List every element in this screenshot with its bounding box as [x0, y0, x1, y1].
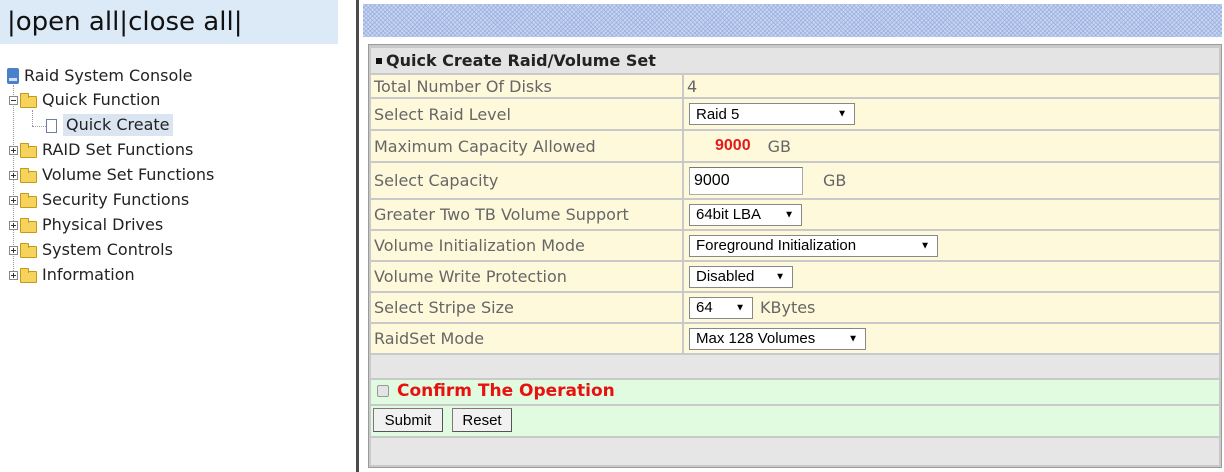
row-init-mode: Volume Initialization Mode Foreground In… [371, 231, 1219, 260]
row-raid-level: Select Raid Level Raid 5 ▼ [371, 99, 1219, 129]
field-label: RaidSet Mode [374, 329, 485, 348]
field-label: Volume Initialization Mode [374, 236, 585, 255]
dropdown-arrow-icon: ▼ [920, 240, 930, 251]
tree-connector [32, 126, 46, 127]
dropdown-arrow-icon: ▼ [775, 271, 785, 282]
reset-button[interactable]: Reset [452, 408, 512, 432]
tree-item-label: System Controls [42, 240, 173, 259]
column-divider [682, 131, 684, 161]
folder-icon [20, 93, 37, 108]
folder-icon [20, 168, 37, 183]
folder-icon [20, 268, 37, 283]
tree-item-label: Physical Drives [42, 215, 164, 234]
folder-icon [20, 243, 37, 258]
raid-level-select[interactable]: Raid 5 ▼ [689, 103, 855, 125]
content-frame: Quick Create Raid/Volume Set Total Numbe… [356, 0, 1224, 472]
column-divider [682, 324, 684, 353]
tree-item-label: Volume Set Functions [42, 165, 215, 184]
folder-icon [20, 218, 37, 233]
row-select-capacity: Select Capacity GB [371, 163, 1219, 198]
separator: | [233, 7, 243, 37]
dropdown-arrow-icon: ▼ [848, 333, 858, 344]
column-divider [682, 99, 684, 129]
tree-item-label: Quick Function [42, 90, 161, 109]
dropdown-arrow-icon: ▼ [735, 302, 745, 313]
folder-icon [20, 193, 37, 208]
confirm-label: Confirm The Operation [397, 381, 615, 401]
plus-box-icon[interactable] [9, 146, 18, 155]
console-icon [7, 68, 19, 84]
plus-box-icon[interactable] [9, 171, 18, 180]
field-label: Select Raid Level [374, 104, 511, 124]
separator: | [119, 7, 129, 37]
raidset-mode-value: Max 128 Volumes [696, 330, 816, 347]
confirm-row: Confirm The Operation [371, 380, 1219, 404]
field-label: Maximum Capacity Allowed [374, 136, 596, 156]
tree-item-label: Security Functions [42, 190, 190, 209]
capacity-input[interactable] [689, 166, 803, 195]
column-divider [682, 163, 684, 198]
field-label: Volume Write Protection [374, 267, 567, 286]
footer-band [371, 438, 1219, 465]
column-divider [682, 200, 684, 229]
folder-icon [20, 143, 37, 158]
plus-box-icon[interactable] [9, 271, 18, 280]
column-divider [682, 75, 684, 97]
raid-level-value: Raid 5 [696, 105, 740, 123]
capacity-unit: GB [823, 171, 847, 190]
stripe-size-value: 64 [696, 299, 713, 316]
two-tb-support-value: 64bit LBA [696, 206, 762, 223]
row-total-disks: Total Number Of Disks 4 [371, 75, 1219, 97]
confirm-checkbox[interactable] [377, 385, 389, 397]
panel-header: Quick Create Raid/Volume Set [371, 48, 1219, 73]
max-capacity-value: 9000 [715, 137, 751, 154]
left-nav-frame: |open all|close all| Raid System Console… [0, 0, 356, 472]
max-capacity-unit: GB [767, 136, 791, 156]
dropdown-arrow-icon: ▼ [784, 209, 794, 220]
tree-connector [32, 110, 33, 126]
total-disks-value: 4 [687, 76, 698, 96]
top-banner [363, 4, 1222, 37]
init-mode-select[interactable]: Foreground Initialization ▼ [689, 234, 938, 257]
row-stripe-size: Select Stripe Size 64 ▼ KBytes [371, 293, 1219, 322]
write-protection-value: Disabled [696, 268, 755, 285]
close-all-link[interactable]: close all [128, 7, 234, 37]
raidset-mode-select[interactable]: Max 128 Volumes ▼ [689, 327, 866, 350]
dropdown-arrow-icon: ▼ [837, 108, 847, 120]
plus-box-icon[interactable] [9, 221, 18, 230]
write-protection-select[interactable]: Disabled ▼ [689, 265, 793, 288]
row-two-tb-support: Greater Two TB Volume Support 64bit LBA … [371, 200, 1219, 229]
column-divider [682, 293, 684, 322]
field-label: Greater Two TB Volume Support [374, 205, 629, 224]
plus-box-icon[interactable] [9, 196, 18, 205]
tree-root-label: Raid System Console [24, 66, 193, 85]
page-icon [46, 119, 57, 133]
submit-button[interactable]: Submit [373, 408, 443, 432]
panel-title: Quick Create Raid/Volume Set [386, 51, 656, 70]
tree-item-label: Information [42, 265, 135, 284]
tree-item-label: RAID Set Functions [42, 140, 194, 159]
minus-box-icon[interactable] [9, 96, 18, 105]
field-label: Select Capacity [374, 171, 499, 190]
plus-box-icon[interactable] [9, 246, 18, 255]
init-mode-value: Foreground Initialization [696, 237, 857, 254]
stripe-size-select[interactable]: 64 ▼ [689, 296, 753, 319]
spacer-band [371, 355, 1219, 378]
separator: | [7, 7, 16, 37]
quick-create-panel: Quick Create Raid/Volume Set Total Numbe… [368, 44, 1222, 468]
row-write-protection: Volume Write Protection Disabled ▼ [371, 262, 1219, 291]
two-tb-support-select[interactable]: 64bit LBA ▼ [689, 203, 802, 226]
open-close-bar: |open all|close all| [0, 0, 338, 44]
row-raidset-mode: RaidSet Mode Max 128 Volumes ▼ [371, 324, 1219, 353]
column-divider [682, 262, 684, 291]
row-max-capacity: Maximum Capacity Allowed 9000 GB [371, 131, 1219, 161]
column-divider [682, 231, 684, 260]
tree-item-label: Quick Create [63, 114, 173, 136]
button-row: Submit Reset [371, 406, 1219, 436]
open-all-link[interactable]: open all [16, 7, 120, 37]
field-label: Select Stripe Size [374, 298, 514, 317]
field-label: Total Number Of Disks [374, 76, 552, 96]
stripe-size-unit: KBytes [760, 298, 816, 317]
bullet-icon [376, 57, 382, 64]
